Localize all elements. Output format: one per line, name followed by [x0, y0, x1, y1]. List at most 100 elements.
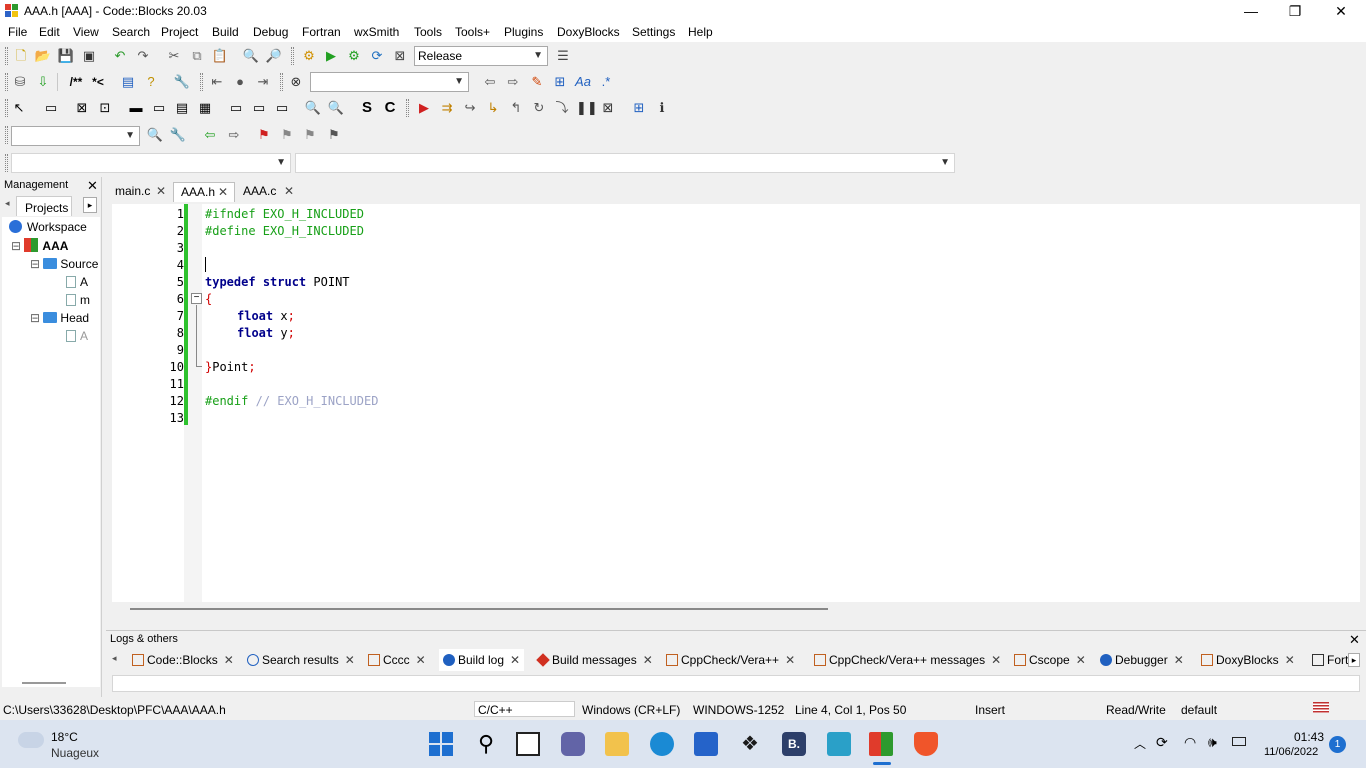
copy-icon[interactable]: ⧉	[188, 47, 206, 65]
tab-scroll-right-icon[interactable]: ▸	[1348, 653, 1360, 667]
new-file-icon[interactable]: 🗋	[12, 47, 30, 65]
back-arrow-icon[interactable]: ⇦	[201, 126, 219, 144]
build-and-run-icon[interactable]: ⚙	[345, 47, 363, 65]
tree-file[interactable]: A	[66, 329, 88, 343]
scrollbar-thumb[interactable]	[130, 608, 828, 610]
match-case-icon[interactable]: Aa	[574, 73, 592, 91]
menu-edit[interactable]: Edit	[39, 25, 60, 39]
redo-icon[interactable]: ↷	[134, 47, 152, 65]
settings-wrench-icon[interactable]: 🔧	[169, 126, 187, 144]
log-tab-build-log[interactable]: Build log ✕	[439, 649, 525, 671]
block-comment-button[interactable]: /**	[63, 73, 89, 91]
wx-sizer-icon[interactable]: ▬	[127, 99, 145, 117]
toolbar-grip[interactable]	[280, 73, 283, 91]
log-tab-codeblocks[interactable]: Code::Blocks ✕	[132, 649, 234, 671]
tree-workspace[interactable]: Workspace	[9, 220, 87, 234]
log-tab-fortran[interactable]: Fort	[1312, 649, 1348, 671]
toolbar-grip[interactable]	[291, 47, 294, 65]
info-icon[interactable]: ℹ	[653, 99, 671, 117]
log-tab-search-results[interactable]: Search results ✕	[247, 649, 355, 671]
dropbox-icon[interactable]: ❖	[738, 732, 762, 756]
next-bookmark-icon[interactable]: ⚑	[301, 126, 319, 144]
previous-bookmark-icon[interactable]: ⚑	[278, 126, 296, 144]
doxywizard-icon[interactable]: ⛁	[11, 73, 29, 91]
store-icon[interactable]	[694, 732, 718, 756]
zoom-out-icon[interactable]: 🔍	[327, 99, 345, 117]
close-window-button[interactable]: ✕	[1318, 0, 1364, 22]
save-icon[interactable]: 💾	[57, 47, 75, 65]
log-tab-cppcheck[interactable]: CppCheck/Vera++ ✕	[666, 649, 795, 671]
close-panel-icon[interactable]: ✕	[87, 178, 98, 194]
tab-scroll-left-icon[interactable]: ◂	[5, 198, 10, 209]
teams-chat-icon[interactable]	[561, 732, 585, 756]
menu-wxsmith[interactable]: wxSmith	[354, 25, 399, 39]
cloud-icon[interactable]	[18, 732, 44, 748]
log-tab-cccc[interactable]: Cccc ✕	[368, 649, 426, 671]
codeblocks-taskbar-icon[interactable]	[869, 732, 893, 756]
windows-start-icon[interactable]	[429, 732, 453, 756]
search-symbol-icon[interactable]: 🔍	[146, 126, 164, 144]
menu-plugins[interactable]: Plugins	[504, 25, 543, 39]
toggle-bookmark-icon[interactable]: ⚑	[255, 126, 273, 144]
select-c-button[interactable]: C	[381, 99, 399, 117]
tree-project[interactable]: ⊟ AAA	[11, 238, 68, 253]
build-target-select[interactable]: Release ▼	[414, 46, 548, 66]
menu-tools-plus[interactable]: Tools+	[455, 25, 490, 39]
tab-aaa-c[interactable]: AAA.c ✕	[236, 182, 300, 202]
step-into-icon[interactable]: ↳	[484, 99, 502, 117]
forward-arrow-icon[interactable]: ⇨	[225, 126, 243, 144]
select-s-button[interactable]: S	[358, 99, 376, 117]
next-line-icon[interactable]: ↪	[461, 99, 479, 117]
menu-help[interactable]: Help	[688, 25, 713, 39]
file-explorer-icon[interactable]	[605, 732, 629, 756]
task-view-icon[interactable]	[516, 732, 540, 756]
menu-doxyblocks[interactable]: DoxyBlocks	[557, 25, 620, 39]
close-logs-icon[interactable]: ✕	[1349, 632, 1360, 648]
abort-icon[interactable]: ⊠	[391, 47, 409, 65]
extract-documentation-icon[interactable]: ⇩	[34, 73, 52, 91]
menu-fortran[interactable]: Fortran	[302, 25, 341, 39]
brave-icon[interactable]	[914, 732, 938, 756]
save-all-icon[interactable]: ▣	[80, 47, 98, 65]
replace-icon[interactable]: 🔎	[265, 47, 283, 65]
toolbar-grip[interactable]	[5, 47, 8, 65]
menu-file[interactable]: File	[8, 25, 27, 39]
show-select-target-dialog-icon[interactable]: ☰	[554, 47, 572, 65]
close-tab-icon[interactable]: ✕	[785, 653, 795, 667]
tree-headers-folder[interactable]: ⊟ Head	[30, 311, 89, 325]
collapse-icon[interactable]: ⊟	[11, 239, 21, 253]
search-next-icon[interactable]: ⇨	[504, 73, 522, 91]
notepad-icon[interactable]	[827, 732, 851, 756]
clear-search-icon[interactable]: ⊗	[287, 73, 305, 91]
restore-button[interactable]: ❐	[1272, 0, 1318, 22]
clock-time[interactable]: 01:43	[1294, 730, 1324, 744]
menu-tools[interactable]: Tools	[414, 25, 442, 39]
wx-dialog-icon[interactable]: ⊠	[73, 99, 91, 117]
collapse-icon[interactable]: ⊟	[30, 311, 40, 325]
wx-static-box-icon[interactable]: ▭	[227, 99, 245, 117]
sync-icon[interactable]: ⟳	[1156, 734, 1168, 751]
build-gear-icon[interactable]: ⚙	[300, 47, 318, 65]
menu-view[interactable]: View	[73, 25, 99, 39]
debug-continue-icon[interactable]: ▶	[415, 99, 433, 117]
toolbar-grip[interactable]	[5, 73, 8, 91]
toolbar-grip[interactable]	[200, 73, 203, 91]
toolbar-grip[interactable]	[5, 99, 8, 117]
minimize-button[interactable]: —	[1228, 0, 1274, 22]
step-out-icon[interactable]: ↰	[507, 99, 525, 117]
weather-temp[interactable]: 18°C	[51, 730, 78, 744]
jump-last-icon[interactable]: ●	[231, 73, 249, 91]
close-tab-icon[interactable]: ✕	[224, 653, 234, 667]
incremental-search-input[interactable]: ▼	[310, 72, 469, 92]
tab-projects[interactable]: Projects	[16, 196, 72, 216]
log-content-area[interactable]	[112, 675, 1360, 692]
log-tab-cscope[interactable]: Cscope ✕	[1014, 649, 1086, 671]
search-previous-icon[interactable]: ⇦	[481, 73, 499, 91]
wx-grid-sizer-icon[interactable]: ▤	[173, 99, 191, 117]
wx-box-sizer-icon[interactable]: ▭	[150, 99, 168, 117]
code-editor[interactable]: 1 2 3 4 5 6 7 8 9 10 11 12 13 − #ifndef …	[112, 204, 1360, 602]
tab-scroll-left-icon[interactable]: ◂	[112, 653, 117, 664]
wx-frame-icon[interactable]: ⊡	[96, 99, 114, 117]
fortran-symbol-select[interactable]: ▼	[11, 126, 140, 146]
close-tab-icon[interactable]: ✕	[510, 653, 520, 667]
